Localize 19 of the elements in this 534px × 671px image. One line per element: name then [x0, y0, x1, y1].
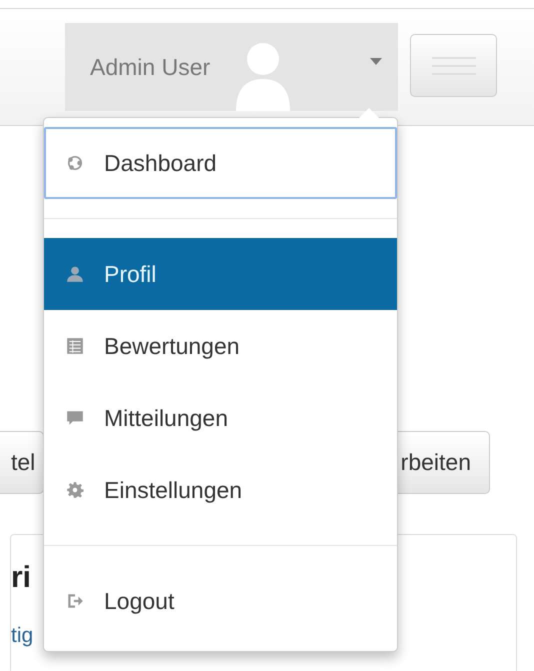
menu-item[interactable]: Mitteilungen	[44, 382, 397, 454]
menu-item[interactable]: Profil	[44, 238, 397, 310]
caret-icon	[370, 58, 382, 64]
menu-toggle-button[interactable]	[410, 34, 497, 97]
menu-item[interactable]: Einstellungen	[44, 454, 397, 526]
circle-dots-icon	[66, 154, 84, 172]
user-icon	[66, 265, 84, 283]
user-menu-button[interactable]: Admin User	[65, 23, 398, 111]
menu-item[interactable]: Dashboard	[44, 127, 397, 199]
gear-icon	[66, 481, 84, 499]
toolbar-button[interactable]: tel	[0, 431, 44, 494]
menu-item[interactable]: Bewertungen	[44, 310, 397, 382]
speech-bubble-icon	[66, 409, 84, 427]
menu-item[interactable]: Logout	[44, 565, 397, 637]
card-heading: ri	[11, 560, 32, 596]
avatar-icon	[234, 41, 292, 111]
hamburger-icon	[432, 56, 476, 74]
logout-icon	[66, 592, 84, 610]
table-icon	[66, 337, 84, 355]
